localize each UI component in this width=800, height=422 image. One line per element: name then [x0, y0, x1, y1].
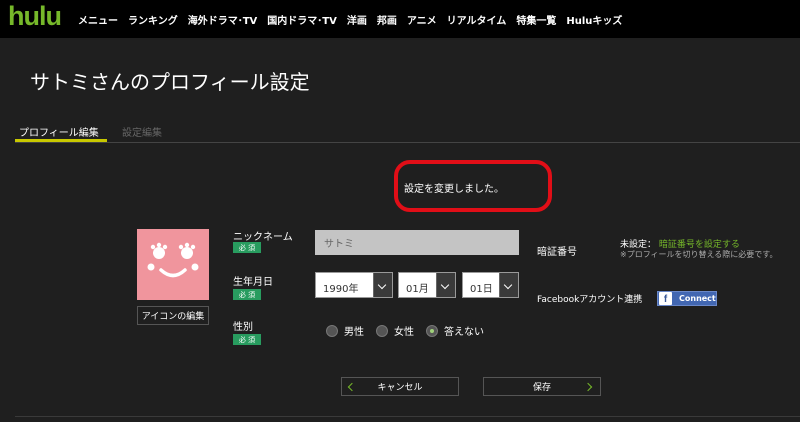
required-badge: 必 須 [233, 289, 261, 300]
cancel-label: キャンセル [377, 383, 423, 393]
birth-month-select[interactable]: 01月 [398, 272, 456, 298]
birthdate-label: 生年月日 [233, 277, 273, 288]
avatar [137, 229, 209, 300]
chevron-down-icon [436, 273, 455, 297]
radio-icon [326, 324, 338, 337]
top-navigation-bar: hulu メニュー ランキング 海外ドラマ･TV 国内ドラマ･TV 洋画 邦画 … [0, 0, 800, 38]
birth-year-select[interactable]: 1990年 [315, 272, 393, 298]
bottom-divider [15, 416, 800, 417]
birth-month-value: 01月 [406, 284, 429, 295]
nav-item-domestic-drama[interactable]: 国内ドラマ･TV [267, 12, 337, 27]
main-nav: メニュー ランキング 海外ドラマ･TV 国内ドラマ･TV 洋画 邦画 アニメ リ… [78, 12, 632, 27]
success-message: 設定を変更しました。 [404, 184, 504, 195]
smiley-face-icon [147, 242, 199, 278]
gender-option-label: 答えない [444, 327, 484, 338]
nav-item-japanese-movies[interactable]: 邦画 [377, 12, 397, 27]
pin-note: ※プロフィールを切り替える際に必要です。 [620, 250, 778, 259]
gender-option-male[interactable]: 男性 [326, 323, 364, 338]
birth-year-value: 1990年 [323, 284, 359, 295]
page-title: サトミさんのプロフィール設定 [30, 70, 310, 94]
required-badge: 必 須 [233, 334, 261, 345]
gender-option-label: 男性 [344, 327, 364, 338]
gender-label: 性別 [233, 322, 253, 333]
hulu-logo[interactable]: hulu [8, 1, 62, 32]
chevron-down-icon [373, 273, 392, 297]
nav-item-foreign-drama[interactable]: 海外ドラマ･TV [188, 12, 258, 27]
gender-option-female[interactable]: 女性 [376, 323, 414, 338]
birth-day-value: 01日 [470, 284, 493, 295]
avatar-edit-button[interactable]: アイコンの編集 [137, 306, 209, 325]
radio-icon [376, 324, 388, 337]
facebook-link-label: Facebookアカウント連携 [537, 295, 643, 305]
gender-option-no-answer[interactable]: 答えない [426, 323, 484, 338]
nickname-input[interactable]: サトミ [315, 230, 519, 255]
tab-profile-edit[interactable]: プロフィール編集 [19, 124, 99, 139]
birth-day-select[interactable]: 01日 [462, 272, 519, 298]
nav-item-features[interactable]: 特集一覧 [516, 12, 556, 27]
save-button[interactable]: 保存 [483, 377, 601, 396]
nav-item-realtime[interactable]: リアルタイム [447, 12, 507, 27]
nav-item-ranking[interactable]: ランキング [128, 12, 178, 27]
tab-divider [15, 142, 800, 143]
nav-item-menu[interactable]: メニュー [78, 12, 118, 27]
facebook-connect-label: Connect [679, 294, 716, 303]
radio-checked-icon [426, 324, 438, 337]
chevron-down-icon [499, 273, 518, 297]
chevron-left-icon [347, 382, 357, 392]
pin-label: 暗証番号 [537, 247, 577, 258]
facebook-connect-button[interactable]: f Connect [657, 291, 717, 306]
nav-item-western-movies[interactable]: 洋画 [347, 12, 367, 27]
cancel-button[interactable]: キャンセル [341, 377, 459, 396]
save-label: 保存 [532, 383, 551, 393]
nickname-label: ニックネーム [233, 232, 293, 243]
chevron-right-icon [583, 382, 593, 392]
facebook-icon: f [659, 292, 672, 305]
nav-item-hulu-kids[interactable]: Huluキッズ [566, 12, 622, 27]
required-badge: 必 須 [233, 242, 261, 253]
tab-settings-edit[interactable]: 設定編集 [122, 124, 162, 139]
gender-option-label: 女性 [394, 327, 414, 338]
nav-item-anime[interactable]: アニメ [407, 12, 437, 27]
